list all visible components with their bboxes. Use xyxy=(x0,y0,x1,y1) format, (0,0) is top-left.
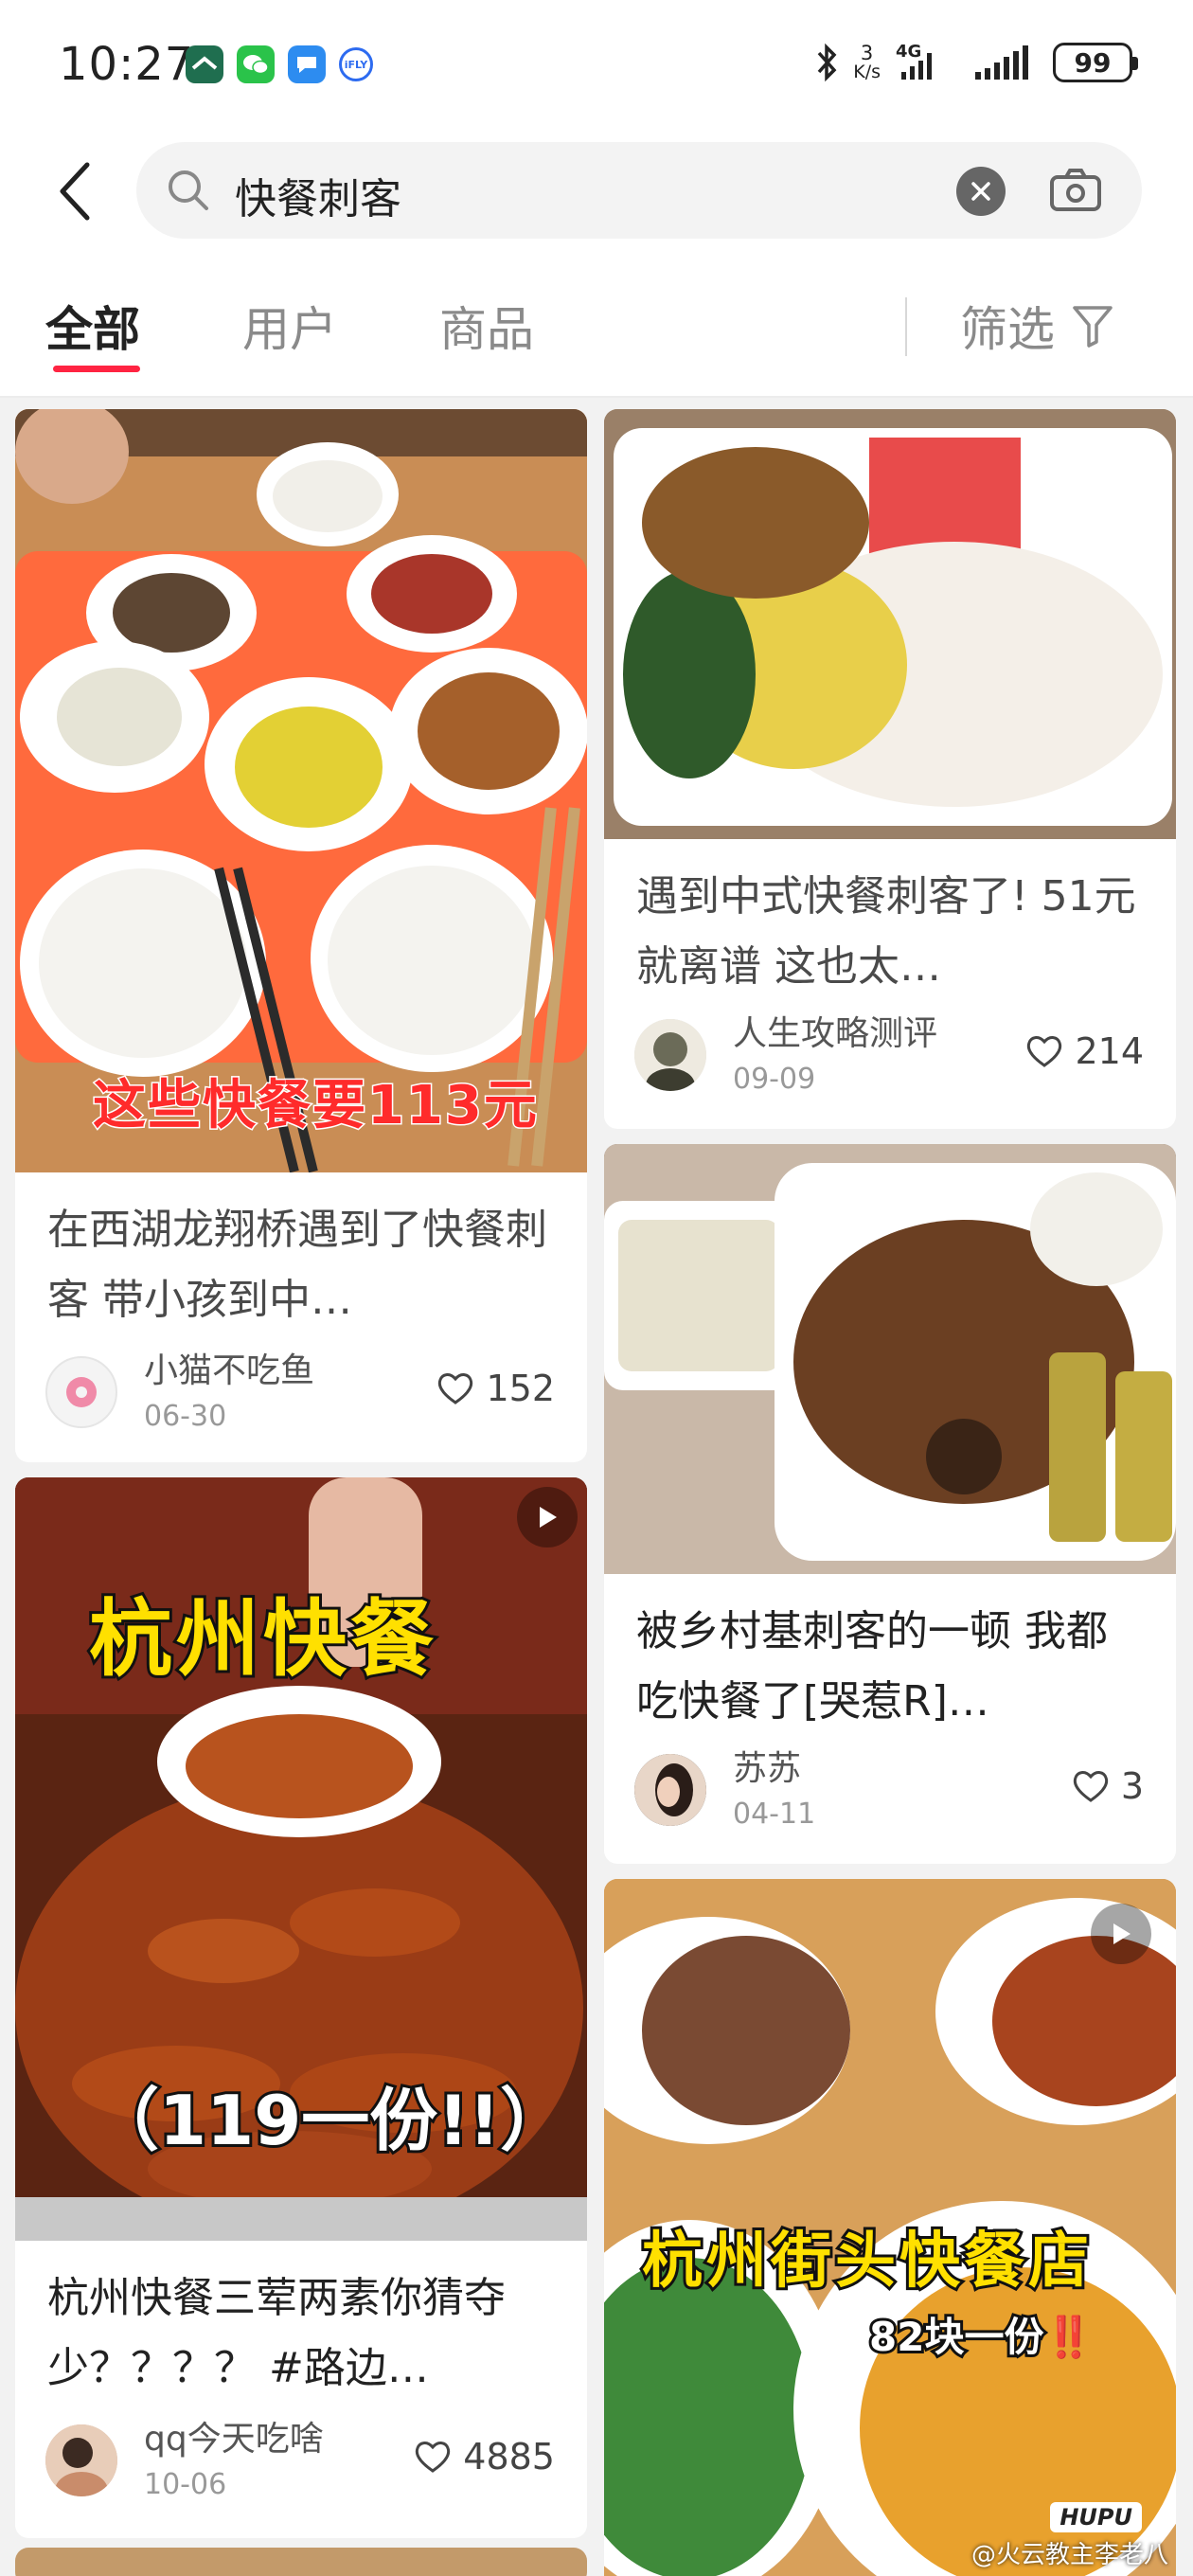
net-speed: 3 K/s xyxy=(853,44,881,81)
cover-overlay-text: 这些快餐要113元 xyxy=(92,1074,539,1138)
like-button[interactable]: 3 xyxy=(1072,1765,1144,1807)
post-date: 04-11 xyxy=(733,1798,816,1831)
donut-icon xyxy=(66,1377,97,1407)
heart-icon xyxy=(438,1373,473,1404)
search-query[interactable]: 快餐刺客 xyxy=(235,165,401,225)
note-card[interactable] xyxy=(15,2548,587,2576)
wifi-icon xyxy=(975,45,1028,80)
video-play-button[interactable] xyxy=(1091,1904,1151,1964)
avatar-photo xyxy=(634,1754,706,1826)
like-count: 3 xyxy=(1120,1765,1144,1807)
back-button[interactable] xyxy=(38,153,114,229)
battery-level: 99 xyxy=(1074,46,1112,79)
note-cover-image[interactable]: 杭州街头快餐店 82块一份‼️ HUPU @火云教主李老八 xyxy=(604,1879,1176,2576)
note-cover-image[interactable]: 这些快餐要113元 xyxy=(15,409,587,1172)
wechat-icon xyxy=(237,45,275,83)
hupu-badge: HUPU xyxy=(1050,2502,1142,2532)
note-card[interactable]: 杭州街头快餐店 82块一份‼️ HUPU @火云教主李老八 xyxy=(604,1879,1176,2576)
post-date: 06-30 xyxy=(144,1400,227,1433)
search-icon xyxy=(169,170,208,210)
camera-icon xyxy=(1050,169,1101,211)
ifly-icon: iFLY xyxy=(339,47,373,81)
author-name[interactable]: qq今天吃啥 xyxy=(144,2421,324,2459)
tab-users[interactable]: 用户 xyxy=(242,292,337,360)
note-card[interactable]: 杭州快餐 （119一份!!） 杭州快餐三荤两素你猜夺少？？？？ #路边… qq今… xyxy=(15,1477,587,2538)
note-title[interactable]: 杭州快餐三荤两素你猜夺少？？？？ #路边… xyxy=(47,2263,555,2404)
filter-button[interactable]: 筛选 xyxy=(960,292,1113,360)
cover-overlay-price: 82块一份‼️ xyxy=(866,2311,1096,2363)
note-title[interactable]: 被乡村基刺客的一顿 我都吃快餐了[哭惹R]… xyxy=(636,1597,1144,1737)
play-icon xyxy=(1113,1923,1131,1944)
status-indicators: 3 K/s 4G 99 xyxy=(815,42,1138,83)
message-icon xyxy=(288,45,326,83)
net-speed-value: 3 xyxy=(860,42,874,64)
like-button[interactable]: 214 xyxy=(1025,1030,1144,1072)
cover-overlay-title: 杭州街头快餐店 xyxy=(639,2224,1093,2299)
search-input[interactable]: 快餐刺客 xyxy=(136,142,1142,239)
author-name[interactable]: 小猫不吃鱼 xyxy=(144,1352,314,1390)
note-cover-image[interactable] xyxy=(604,1144,1176,1574)
note-cover-image[interactable]: 杭州快餐 （119一份!!） xyxy=(15,1477,587,2241)
author-name[interactable]: 人生攻略测评 xyxy=(733,1015,937,1053)
signal-icon: 4G xyxy=(896,42,932,80)
note-title[interactable]: 在西湖龙翔桥遇到了快餐刺客 带小孩到中… xyxy=(47,1195,555,1335)
tab-all[interactable]: 全部 xyxy=(45,292,140,360)
svg-text:4G: 4G xyxy=(896,42,921,62)
note-cover-image[interactable] xyxy=(604,409,1176,839)
avatar-photo xyxy=(634,1019,706,1091)
like-count: 214 xyxy=(1075,1030,1144,1072)
cover-overlay-title: 杭州快餐 xyxy=(86,1587,438,1690)
clear-icon xyxy=(971,182,990,201)
status-time: 10:27 xyxy=(59,38,195,91)
post-date: 10-06 xyxy=(144,2468,227,2501)
author-name[interactable]: 苏苏 xyxy=(733,1750,801,1788)
video-play-button[interactable] xyxy=(517,1487,578,1547)
app-green-icon xyxy=(186,45,223,83)
like-count: 152 xyxy=(486,1368,555,1409)
image-search-button[interactable] xyxy=(1045,163,1106,218)
status-app-icons: iFLY xyxy=(186,45,373,83)
note-card[interactable]: 这些快餐要113元 在西湖龙翔桥遇到了快餐刺客 带小孩到中… 小猫不吃鱼 06-… xyxy=(15,409,587,1462)
result-tabs: 全部 用户 商品 筛选 xyxy=(0,256,1193,398)
watermark: @火云教主李老八 xyxy=(970,2541,1168,2569)
heart-icon xyxy=(1027,1036,1062,1067)
tab-divider xyxy=(905,297,907,356)
note-card[interactable]: 遇到中式快餐刺客了! 51元就离谱 这也太… 人生攻略测评 09-09 214 xyxy=(604,409,1176,1129)
clear-search-button[interactable] xyxy=(956,167,1006,216)
bluetooth-icon xyxy=(817,43,837,82)
food-tray-illustration xyxy=(15,409,587,1172)
battery-indicator: 99 xyxy=(1053,43,1138,82)
like-button[interactable]: 4885 xyxy=(414,2436,555,2478)
post-date: 09-09 xyxy=(733,1063,816,1096)
heart-icon xyxy=(416,2442,451,2473)
avatar[interactable] xyxy=(45,1356,117,1428)
net-speed-unit: K/s xyxy=(853,62,881,82)
avatar[interactable] xyxy=(634,1754,706,1826)
back-arrow-icon xyxy=(60,162,90,221)
cover-overlay-price: （119一份!!） xyxy=(88,2078,571,2163)
note-card[interactable]: 被乡村基刺客的一顿 我都吃快餐了[哭惹R]… 苏苏 04-11 3 xyxy=(604,1144,1176,1864)
heart-icon xyxy=(1073,1771,1108,1802)
avatar-photo xyxy=(45,2424,117,2496)
status-bar: 10:27 iFLY 3 K/s 4G 99 xyxy=(0,0,1193,133)
avatar[interactable] xyxy=(45,2424,117,2496)
like-count: 4885 xyxy=(463,2436,555,2478)
tab-products[interactable]: 商品 xyxy=(439,292,534,360)
play-icon xyxy=(540,1507,557,1528)
note-title[interactable]: 遇到中式快餐刺客了! 51元就离谱 这也太… xyxy=(636,862,1144,1002)
search-header: 快餐刺客 xyxy=(0,133,1193,256)
filter-icon xyxy=(1073,306,1113,348)
active-tab-indicator xyxy=(53,366,140,372)
food-plate-illustration xyxy=(604,409,1176,839)
like-button[interactable]: 152 xyxy=(436,1368,555,1409)
avatar[interactable] xyxy=(634,1019,706,1091)
food-plate-illustration xyxy=(604,1144,1176,1574)
filter-label: 筛选 xyxy=(960,302,1055,357)
